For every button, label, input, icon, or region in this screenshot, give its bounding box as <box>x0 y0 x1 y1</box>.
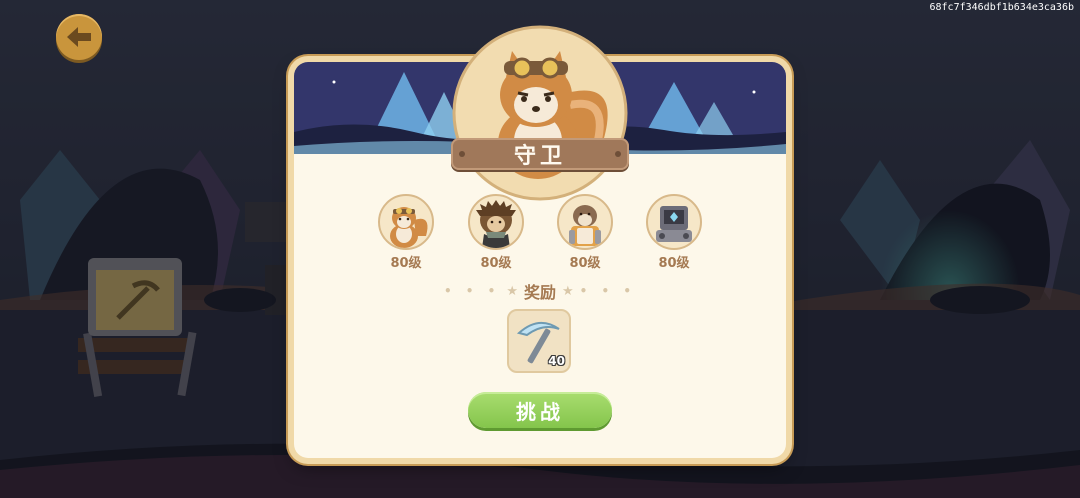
reward-count: 40 <box>548 354 565 368</box>
dialog-title: 守卫 <box>451 138 629 170</box>
beaver-armor-icon <box>569 205 601 246</box>
divider-dots-right: • • • <box>579 284 637 298</box>
enemy-level: 80级 <box>480 256 512 271</box>
enemy-item[interactable]: 80级 <box>378 194 434 271</box>
hedgehog-scarf-icon <box>476 200 516 248</box>
divider-dots-left: • • • <box>443 284 501 298</box>
enemy-item[interactable]: 80级 <box>468 194 524 271</box>
enemy-item[interactable]: 80级 <box>557 194 613 271</box>
reward-label: 奖励 <box>523 283 556 302</box>
arrow-left-icon <box>67 27 91 47</box>
enemy-item[interactable]: 80级 <box>646 194 702 271</box>
star-icon: ★ <box>506 283 518 299</box>
squirrel-goggles-icon <box>390 207 428 248</box>
enemy-level: 80级 <box>390 256 422 271</box>
screen-id-text: 68fc7f346dbf1b634e3ca36b <box>929 2 1075 13</box>
star-icon: ★ <box>562 283 574 299</box>
enemy-level: 80级 <box>569 256 601 271</box>
reward-section-title: • • • ★ 奖励 ★ • • • <box>440 280 640 302</box>
challenge-button[interactable]: 挑战 <box>468 392 612 428</box>
back-button[interactable] <box>56 14 102 60</box>
enemy-list: 80级 80级 80级 80级 <box>378 194 702 271</box>
enemy-level: 80级 <box>658 256 690 271</box>
robot-icon <box>656 206 692 242</box>
reward-item[interactable]: 40 <box>507 309 571 373</box>
squirrel-guard-icon <box>452 25 628 201</box>
